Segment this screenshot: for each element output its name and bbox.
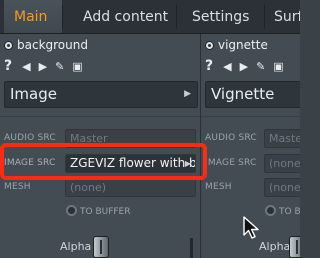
divider — [0, 116, 200, 117]
to-buffer-toggle[interactable]: TO BUFFER — [66, 205, 131, 217]
magic-wand-icon[interactable]: ✎ — [256, 60, 265, 73]
tab-separator — [62, 5, 63, 29]
dice-icon[interactable]: ▣ — [273, 60, 283, 73]
audio-src-label: AUDIO SRC — [4, 133, 56, 143]
image-src-field[interactable]: (none) — [264, 154, 300, 173]
alpha-label: Alpha — [259, 240, 291, 253]
help-icon[interactable]: ? — [205, 58, 213, 74]
layer-enable-radio-icon[interactable] — [4, 41, 13, 50]
mesh-field[interactable]: (none) — [264, 178, 300, 197]
mesh-value: (none) — [70, 181, 107, 194]
dice-icon[interactable]: ▣ — [72, 60, 82, 73]
panel-title-row[interactable]: background — [4, 38, 88, 53]
to-buffer-toggle[interactable]: TO BUFFER — [265, 205, 300, 217]
tab-add-content[interactable]: Add content — [83, 0, 173, 33]
image-src-value: (none) — [269, 157, 300, 170]
preset-selector[interactable]: Image ▶ — [4, 81, 198, 108]
magic-wand-icon[interactable]: ✎ — [55, 60, 64, 73]
panel-title-row[interactable]: vignette — [205, 38, 268, 53]
preset-label: Image — [10, 85, 57, 103]
alpha-slider-knob[interactable] — [93, 236, 109, 258]
layer-enable-radio-icon[interactable] — [205, 41, 214, 50]
mesh-label: MESH — [4, 182, 31, 192]
mesh-field[interactable]: (none) — [65, 178, 196, 197]
panel-toolbar: ? ◀ ▶ ✎ ▣ — [4, 58, 91, 74]
tab-settings[interactable]: Settings — [192, 0, 256, 33]
panel-title: background — [17, 38, 88, 52]
panel-toolbar: ? ◀ ▶ ✎ ▣ — [205, 58, 292, 74]
tab-bar: Main Add content Settings Surf — [0, 0, 300, 34]
alpha-slider-knob[interactable] — [289, 236, 300, 258]
mesh-label: MESH — [205, 182, 232, 192]
preset-label: Vignette — [211, 85, 275, 103]
audio-src-field[interactable]: Master — [264, 129, 300, 148]
tab-surf[interactable]: Surf — [274, 0, 300, 33]
prev-arrow-icon[interactable]: ◀ — [22, 60, 30, 73]
toggle-dot-icon — [265, 205, 276, 216]
help-icon[interactable]: ? — [4, 58, 12, 74]
panel-title: vignette — [218, 38, 268, 52]
alpha-label: Alpha — [60, 240, 92, 253]
next-arrow-icon[interactable]: ▶ — [39, 60, 47, 73]
mesh-value: (none) — [269, 181, 300, 194]
chevron-right-icon: ▶ — [184, 89, 191, 99]
audio-src-label: AUDIO SRC — [205, 133, 257, 143]
toggle-dot-icon — [66, 205, 77, 216]
tab-separator — [264, 5, 265, 29]
alpha-slider-track[interactable] — [190, 238, 193, 258]
prev-arrow-icon[interactable]: ◀ — [223, 60, 231, 73]
mouse-cursor-icon — [243, 216, 259, 239]
preset-selector[interactable]: Vignette — [205, 81, 300, 108]
tab-separator — [176, 5, 177, 29]
next-arrow-icon[interactable]: ▶ — [240, 60, 248, 73]
image-src-label: IMAGE SRC — [205, 158, 257, 168]
image-src-highlight — [0, 143, 207, 180]
divider — [201, 116, 300, 117]
tab-main[interactable]: Main — [4, 0, 62, 33]
audio-src-value: Master — [269, 132, 300, 145]
to-buffer-label: TO BUFFER — [80, 207, 131, 217]
to-buffer-label: TO BUFFER — [279, 207, 300, 217]
